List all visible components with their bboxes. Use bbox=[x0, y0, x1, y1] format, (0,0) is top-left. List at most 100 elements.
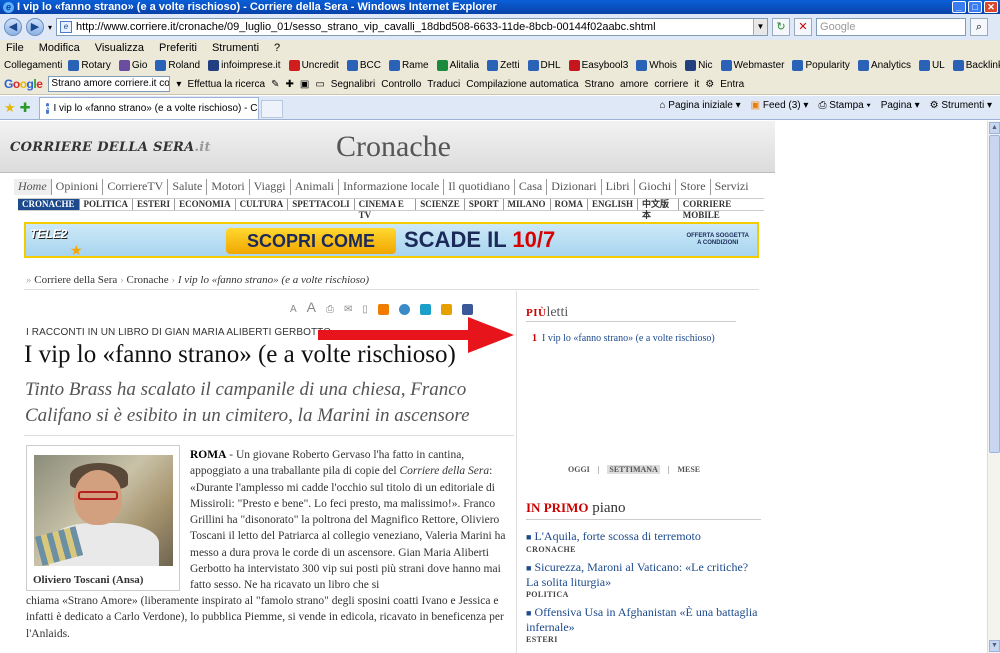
autofill-button[interactable]: Compilazione automatica bbox=[466, 79, 578, 90]
feeds-button[interactable]: ▣ Feed (3) ▾ bbox=[751, 100, 809, 111]
nav-primary-item[interactable]: Libri bbox=[602, 179, 635, 195]
primo-piano-item[interactable]: ■ L'Aquila, forte scossa di terremoto CRON… bbox=[526, 529, 761, 554]
term-it-button[interactable]: it bbox=[694, 79, 699, 90]
bookmarks-button[interactable]: Segnalibri bbox=[331, 79, 375, 90]
scroll-thumb[interactable] bbox=[989, 135, 1000, 453]
period-today[interactable]: OGGI bbox=[568, 465, 590, 474]
tools-menu-button[interactable]: ⚙ Strumenti ▾ bbox=[930, 100, 992, 111]
font-increase-icon[interactable]: A bbox=[307, 299, 316, 315]
google-plus-icon[interactable]: ✚ bbox=[285, 79, 293, 90]
nav-secondary-item[interactable]: MILANO bbox=[504, 199, 551, 210]
nav-primary-item[interactable]: Casa bbox=[515, 179, 548, 195]
link-item[interactable]: Nic bbox=[685, 59, 713, 71]
nav-primary-item[interactable]: Giochi bbox=[635, 179, 677, 195]
favorites-star-icon[interactable]: ★ bbox=[4, 100, 16, 116]
nav-secondary-item[interactable]: SPORT bbox=[465, 199, 504, 210]
nav-primary-item[interactable]: Salute bbox=[168, 179, 208, 195]
nav-primary-item[interactable]: Animali bbox=[291, 179, 339, 195]
nav-secondary-item[interactable]: ENGLISH bbox=[588, 199, 639, 210]
nav-secondary-item[interactable]: 中文版本 bbox=[638, 199, 679, 220]
link-item[interactable]: Easybool3 bbox=[568, 59, 628, 71]
add-favorite-icon[interactable]: ✚ bbox=[20, 100, 31, 116]
tele2-ad-banner[interactable]: TELE2 ★ SCOPRI COME SCADE IL 10/7 OFFERT… bbox=[24, 222, 759, 258]
breadcrumb-home[interactable]: Corriere della Sera bbox=[34, 274, 117, 286]
new-tab-button[interactable] bbox=[260, 100, 283, 118]
link-item[interactable]: Gio bbox=[118, 59, 147, 71]
minimize-button[interactable]: _ bbox=[952, 1, 966, 13]
nav-secondary-item[interactable]: CULTURA bbox=[236, 199, 289, 210]
nav-primary-item[interactable]: CorriereTV bbox=[103, 179, 169, 195]
nav-primary-item[interactable]: Dizionari bbox=[547, 179, 602, 195]
google-tool-icon[interactable]: ✎ bbox=[271, 79, 279, 90]
most-read-item[interactable]: 1I vip lo «fanno strano» (e a volte risc… bbox=[532, 333, 715, 344]
search-input[interactable]: Google bbox=[816, 18, 967, 36]
search-icon[interactable]: ⌕ bbox=[970, 18, 989, 36]
nav-secondary-item[interactable]: SCIENZE bbox=[416, 199, 465, 210]
menu-edit[interactable]: Modifica bbox=[39, 42, 80, 54]
primo-piano-item[interactable]: ■ Sicurezza, Maroni al Vaticano: «Le crit… bbox=[526, 560, 761, 599]
refresh-icon[interactable]: ↻ bbox=[772, 18, 791, 36]
tab-current[interactable]: e I vip lo «fanno strano» (e a volte ris… bbox=[38, 97, 259, 119]
ad-cta-button[interactable]: SCOPRI COME bbox=[226, 228, 396, 254]
nav-primary-item[interactable]: Opinioni bbox=[52, 179, 104, 195]
link-item[interactable]: Roland bbox=[155, 59, 200, 71]
nav-secondary-item[interactable]: CINEMA E TV bbox=[355, 199, 417, 220]
link-item[interactable]: Analytics bbox=[857, 59, 911, 71]
nav-primary-item[interactable]: Servizi bbox=[711, 179, 753, 195]
term-strano-button[interactable]: Strano bbox=[585, 79, 614, 90]
page-menu-button[interactable]: Pagina ▾ bbox=[881, 100, 920, 111]
nav-primary-item[interactable]: Informazione locale bbox=[339, 179, 445, 195]
history-dropdown-icon[interactable]: ▾ bbox=[48, 23, 52, 32]
primo-piano-item[interactable]: ■ Offensiva Usa in Afghanistan «È una bat… bbox=[526, 605, 761, 644]
nav-secondary-item[interactable]: SPETTACOLI bbox=[288, 199, 355, 210]
menu-file[interactable]: File bbox=[6, 42, 24, 54]
home-button[interactable]: ⌂ Pagina iniziale ▾ bbox=[659, 100, 740, 111]
maximize-button[interactable]: □ bbox=[968, 1, 982, 13]
link-item[interactable]: Popularity bbox=[792, 59, 850, 71]
nav-secondary-item[interactable]: POLITICA bbox=[80, 199, 134, 210]
google-highlight-icon[interactable]: ▭ bbox=[315, 79, 324, 90]
nav-secondary-item[interactable]: ESTERI bbox=[133, 199, 176, 210]
period-month[interactable]: MESE bbox=[677, 465, 700, 474]
link-item[interactable]: Webmaster bbox=[720, 59, 784, 71]
menu-view[interactable]: Visualizza bbox=[95, 42, 144, 54]
google-search-button[interactable]: Effettua la ricerca bbox=[187, 79, 265, 90]
link-item[interactable]: Rame bbox=[388, 59, 429, 71]
url-dropdown-icon[interactable]: ▼ bbox=[753, 19, 768, 35]
settings-icon[interactable]: ⚙ bbox=[705, 79, 714, 90]
signin-button[interactable]: Entra bbox=[720, 79, 744, 90]
stop-icon[interactable]: ✕ bbox=[794, 18, 813, 36]
primo-piano-title[interactable]: L'Aquila, forte scossa di terremoto bbox=[534, 529, 700, 543]
link-item[interactable]: Uncredit bbox=[288, 59, 339, 71]
font-decrease-icon[interactable]: A bbox=[290, 304, 297, 315]
term-corriere-button[interactable]: corriere bbox=[654, 79, 688, 90]
menu-help[interactable]: ? bbox=[274, 42, 280, 54]
link-item[interactable]: Whois bbox=[636, 59, 677, 71]
term-amore-button[interactable]: amore bbox=[620, 79, 648, 90]
forward-button[interactable]: ▶ bbox=[26, 18, 44, 36]
primo-piano-title[interactable]: Offensiva Usa in Afghanistan «È una batt… bbox=[526, 605, 758, 634]
nav-primary-item[interactable]: Viaggi bbox=[250, 179, 291, 195]
breadcrumb-section[interactable]: Cronache bbox=[127, 274, 169, 286]
address-input[interactable]: e http://www.corriere.it/cronache/09_lug… bbox=[56, 18, 769, 36]
link-item[interactable]: Backlink bbox=[952, 59, 1000, 71]
nav-primary-item[interactable]: Il quotidiano bbox=[444, 179, 515, 195]
link-item[interactable]: UL bbox=[918, 59, 945, 71]
link-item[interactable]: Rotary bbox=[68, 59, 111, 71]
menu-favorites[interactable]: Preferiti bbox=[159, 42, 197, 54]
link-item[interactable]: BCC bbox=[346, 59, 381, 71]
link-item[interactable]: Zetti bbox=[487, 59, 520, 71]
google-search-input[interactable]: Strano amore corriere.it comme bbox=[48, 76, 171, 92]
nav-secondary-item[interactable]: CRONACHE bbox=[18, 199, 80, 210]
nav-primary-item[interactable]: Motori bbox=[207, 179, 250, 195]
corriere-logo[interactable]: CORRIERE DELLA SERA.it bbox=[10, 140, 211, 155]
period-week[interactable]: SETTIMANA bbox=[607, 465, 660, 474]
google-popup-icon[interactable]: ▣ bbox=[300, 79, 309, 90]
nav-secondary-item[interactable]: CORRIERE MOBILE bbox=[679, 199, 764, 220]
menu-tools[interactable]: Strumenti bbox=[212, 42, 259, 54]
back-button[interactable]: ◀ bbox=[4, 18, 22, 36]
article-photo[interactable] bbox=[34, 455, 173, 566]
nav-primary-item[interactable]: Store bbox=[676, 179, 711, 195]
link-item[interactable]: Alitalia bbox=[436, 59, 479, 71]
google-go-icon[interactable]: ▾ bbox=[176, 79, 181, 90]
